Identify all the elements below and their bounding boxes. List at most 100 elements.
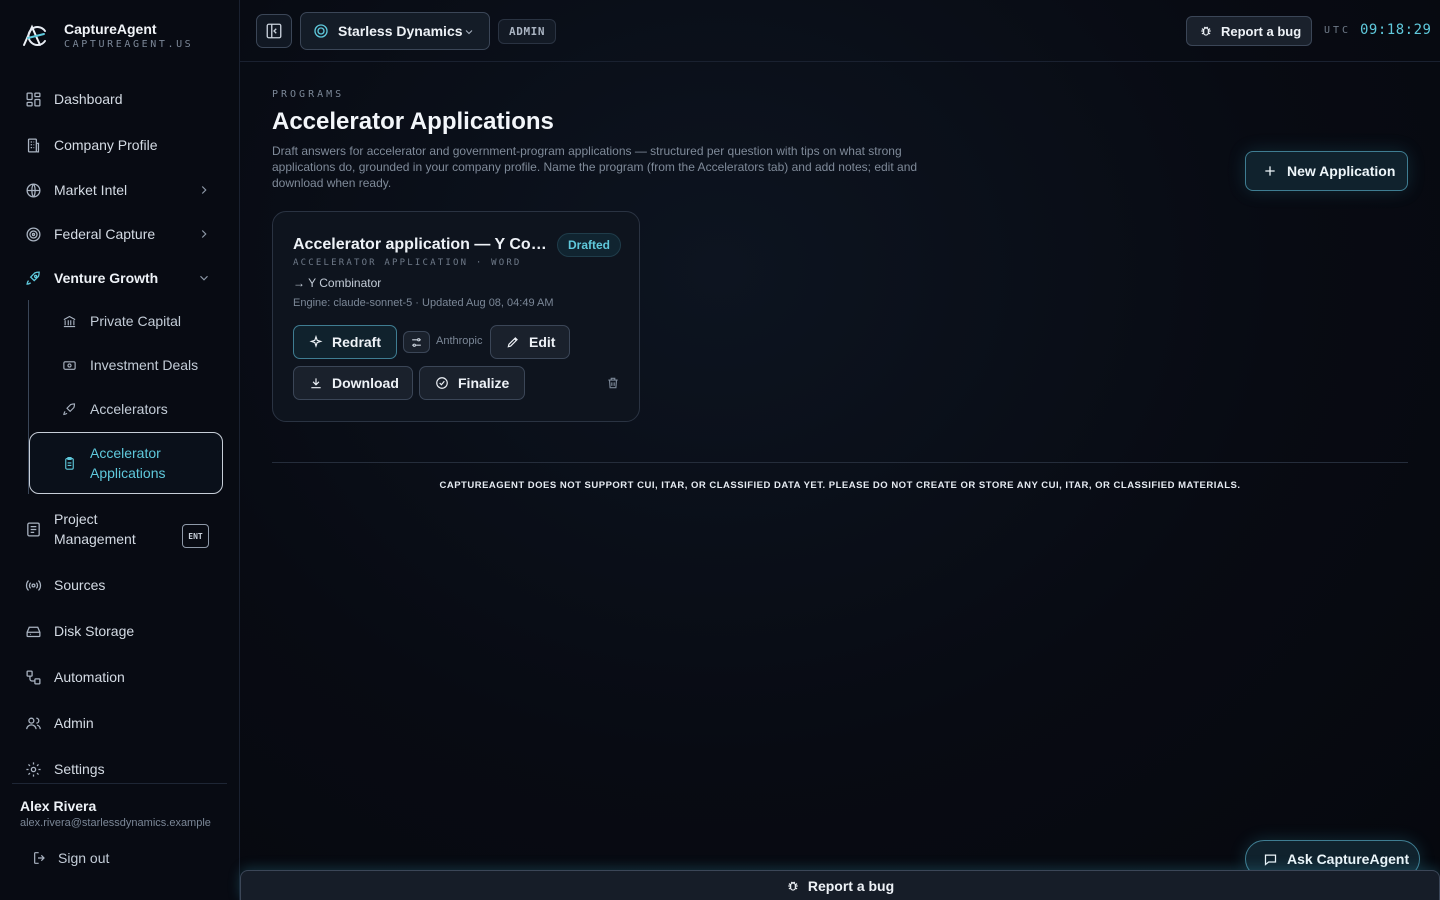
sidebar-item-label: Project Management [54,511,136,547]
globe-icon [24,181,42,199]
bank-icon [62,313,78,329]
application-type: ACCELERATOR APPLICATION · WORD [293,258,522,268]
sidebar-item-accelerator-applications[interactable]: Accelerator Applications [29,432,223,494]
utc-clock: 09:18:29 [1360,22,1432,38]
sidebar-item-project-management[interactable]: Project Management ENT [12,507,227,551]
bug-icon [788,881,798,891]
clipboard-list-icon [24,520,42,538]
edit-label: Edit [529,334,556,350]
sliders-icon [412,337,421,347]
sidebar-item-investment-deals[interactable]: Investment Deals [50,347,222,383]
sidebar-item-label: Dashboard [54,91,123,107]
page-description: Draft answers for accelerator and govern… [272,144,918,190]
report-bug-label: Report a bug [1221,23,1302,39]
redraft-button[interactable]: Redraft [293,325,397,359]
enterprise-badge: ENT [182,524,209,548]
sidebar-item-label: Settings [54,761,105,777]
bottom-report-bug-button[interactable]: Report a bug [240,870,1440,900]
data-disclaimer: CAPTUREAGENT DOES NOT SUPPORT CUI, ITAR,… [439,480,1241,491]
logout-icon [34,852,45,864]
banknote-icon [62,357,78,373]
sidebar-item-label: Private Capital [90,313,182,329]
sidebar-item-accelerators[interactable]: Accelerators [50,391,222,427]
sidebar-item-venture-growth[interactable]: Venture Growth [12,260,227,296]
sidebar-item-automation[interactable]: Automation [12,659,227,695]
download-label: Download [332,375,399,391]
top-bar: Starless Dynamics ADMIN Report a bug UTC… [240,0,1440,62]
bottom-report-bug-label: Report a bug [807,877,895,894]
role-badge: ADMIN [498,19,557,44]
logo-icon [23,24,46,46]
sidebar-item-label: Admin [54,715,94,731]
workflow-icon [24,668,42,686]
plus-icon [1265,166,1275,176]
utc-label: UTC [1324,25,1352,36]
finalize-button[interactable]: Finalize [419,366,525,400]
sidebar-item-label: Federal Capture [54,226,156,242]
download-icon [311,378,321,389]
sign-out-button[interactable]: Sign out [32,848,109,868]
new-application-button[interactable]: New Application [1245,151,1408,191]
edit-button[interactable]: Edit [490,325,570,359]
sidebar-item-label: Investment Deals [90,357,199,373]
organization-select[interactable]: Starless Dynamics [300,12,490,50]
sidebar-item-sources[interactable]: Sources [12,567,227,603]
sidebar-item-admin[interactable]: Admin [12,705,227,741]
user-name: Alex Rivera [20,798,97,814]
finalize-label: Finalize [458,375,510,391]
chevron-down-icon [465,30,473,35]
application-program: → Y Combinator [293,276,382,290]
sparkle-icon [309,335,323,348]
user-email: alex.rivera@starlessdynamics.example [20,817,211,829]
sidebar-item-company-profile[interactable]: Company Profile [12,127,227,163]
model-settings-button[interactable] [403,331,430,353]
sidebar-item-dashboard[interactable]: Dashboard [12,81,227,117]
application-card: Accelerator application — Y Combinator D… [272,211,640,422]
redraft-label: Redraft [332,334,382,350]
sidebar-item-federal-capture[interactable]: Federal Capture [12,216,227,252]
chevron-right-icon [201,230,207,238]
target-icon [24,225,42,243]
sidebar-item-private-capital[interactable]: Private Capital [50,303,222,339]
sign-out-label: Sign out [58,850,110,866]
sidebar-item-disk-storage[interactable]: Disk Storage [12,613,227,649]
content-divider [272,462,1408,463]
sidebar-item-label: Venture Growth [54,270,159,286]
sidebar-toggle-button[interactable] [256,14,292,48]
download-button[interactable]: Download [293,366,413,400]
sidebar-item-market-intel[interactable]: Market Intel [12,172,227,208]
sidebar-item-label: Disk Storage [54,623,135,639]
chevron-right-icon [201,186,207,194]
sidebar-item-settings[interactable]: Settings [12,751,227,787]
sidebar-divider [12,783,227,784]
chat-icon [1264,854,1277,866]
ask-assistant-label: Ask CaptureAgent [1287,851,1410,867]
check-circle-icon [436,377,448,389]
gear-icon [24,760,42,778]
org-orb-icon [314,24,328,38]
pencil-icon [507,337,518,348]
provider-label: Anthropic [436,335,483,347]
broadcast-icon [24,576,42,594]
dashboard-icon [24,90,42,108]
report-bug-button[interactable]: Report a bug [1186,16,1312,46]
building-icon [24,136,42,154]
page-title: Accelerator Applications [272,108,554,135]
application-engine: Engine: claude-sonnet-5 · Updated Aug 08… [293,297,554,309]
sidebar-item-label: Market Intel [54,182,128,198]
brand[interactable]: CaptureAgent CAPTUREAGENT.US [20,20,193,52]
sidebar-item-label: Sources [54,577,106,593]
chevron-down-icon [200,275,208,281]
disk-icon [24,622,42,640]
organization-name: Starless Dynamics [338,23,463,39]
panel-left-icon [266,23,282,39]
trash-icon[interactable] [606,376,620,390]
bug-icon [1201,26,1211,36]
clipboard-icon [62,455,78,471]
rocket-icon [62,401,78,417]
brand-name: CaptureAgent [64,21,157,37]
sidebar-item-label: Accelerator Applications [90,445,166,481]
rocket-icon [24,269,42,287]
sidebar: CaptureAgent CAPTUREAGENT.US Dashboard C… [0,0,240,900]
application-title[interactable]: Accelerator application — Y Combinator [293,236,548,254]
